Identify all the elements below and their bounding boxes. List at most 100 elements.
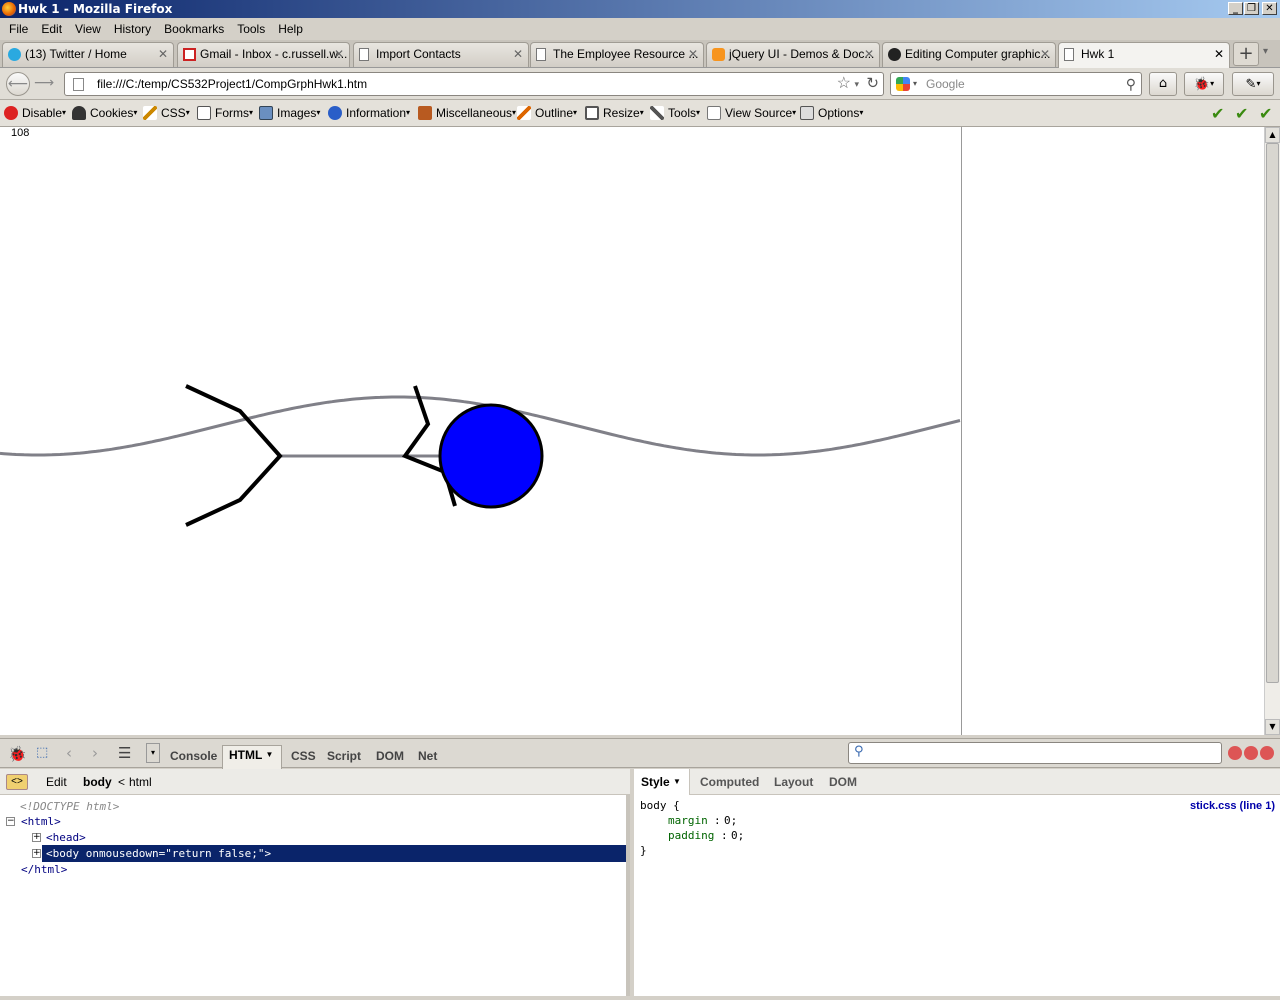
tab-jquery-ui[interactable]: jQuery UI - Demos & Doc... ✕ <box>706 42 880 67</box>
tools-menu[interactable]: Tools▾ <box>650 106 700 120</box>
css-prop-margin-name[interactable]: margin <box>668 814 708 827</box>
menu-tools[interactable]: Tools <box>230 22 271 36</box>
firebug-tab-html[interactable]: HTML ▼ <box>222 745 282 769</box>
firebug-tab-console[interactable]: Console <box>164 747 223 765</box>
bookmark-star-icon[interactable]: ☆ <box>837 73 851 95</box>
options-menu[interactable]: Options▾ <box>800 106 863 120</box>
list-icon[interactable]: ☰ <box>118 744 131 762</box>
vertical-scrollbar[interactable]: ▲ ▼ <box>1264 127 1280 735</box>
menu-history[interactable]: History <box>107 22 157 36</box>
css-source-link[interactable]: stick.css (line 1) <box>1190 800 1275 812</box>
scroll-thumb[interactable] <box>1266 143 1279 683</box>
firebug-tab-script[interactable]: Script <box>321 747 367 765</box>
css-menu[interactable]: CSS▾ <box>143 106 190 120</box>
close-tab-icon[interactable]: ✕ <box>864 43 874 66</box>
page-icon <box>1064 48 1074 61</box>
css-prop-margin-value[interactable]: 0; <box>724 814 737 827</box>
page-canvas[interactable]: 108 <box>0 127 962 735</box>
css-prop-margin-sep: : <box>714 814 721 827</box>
close-tab-icon[interactable]: ✕ <box>1214 43 1224 66</box>
css-prop-padding-value[interactable]: 0; <box>731 829 744 842</box>
firebug-tab-net[interactable]: Net <box>412 747 443 765</box>
breadcrumb-body[interactable]: body <box>83 769 112 795</box>
cookies-menu[interactable]: Cookies▾ <box>72 106 137 120</box>
forward-button[interactable]: ⟶ <box>32 72 56 96</box>
view-source-menu[interactable]: View Source▾ <box>707 106 796 120</box>
disable-label: Disable <box>22 106 63 120</box>
tab-list-icon[interactable]: ▾ <box>1263 46 1268 57</box>
miscellaneous-menu[interactable]: Miscellaneous▾ <box>418 106 516 120</box>
information-menu[interactable]: Information▾ <box>328 106 410 120</box>
close-window-button[interactable]: ✕ <box>1262 2 1277 15</box>
tab-twitter[interactable]: (13) Twitter / Home ✕ <box>2 42 174 67</box>
search-icon[interactable]: ⚲ <box>1126 73 1136 95</box>
reload-icon[interactable]: ↻ <box>866 73 879 95</box>
style-tab-layout[interactable]: Layout <box>774 769 813 795</box>
html-open-node[interactable]: <html> <box>21 815 61 828</box>
close-tab-icon[interactable]: ✕ <box>513 43 523 66</box>
images-menu[interactable]: Images▾ <box>259 106 320 120</box>
minimize-firebug-icon[interactable] <box>1228 746 1242 760</box>
tab-hwk1[interactable]: Hwk 1 ✕ <box>1058 42 1230 68</box>
menu-edit[interactable]: Edit <box>34 22 68 36</box>
gmail-icon <box>183 48 196 61</box>
close-tab-icon[interactable]: ✕ <box>688 43 698 66</box>
tab-employee-resource[interactable]: The Employee Resource ... ✕ <box>530 42 704 67</box>
firebug-tab-dom[interactable]: DOM <box>370 747 410 765</box>
disable-menu[interactable]: Disable▾ <box>4 106 66 120</box>
collapse-html-icon[interactable]: − <box>6 817 15 826</box>
firebug-toolbar-button[interactable]: 🐞▾ <box>1184 72 1224 96</box>
graphics-drawing <box>0 384 961 527</box>
close-tab-icon[interactable]: ✕ <box>334 43 344 66</box>
breadcrumb-html[interactable]: html <box>129 769 152 795</box>
firebug-search-input[interactable]: ⚲ <box>848 742 1222 764</box>
firebug-tab-css[interactable]: CSS <box>285 747 322 765</box>
search-engine-dropdown-icon[interactable]: ▾ <box>913 73 917 95</box>
tab-label: Hwk 1 <box>1081 47 1115 61</box>
search-bar[interactable]: ▾ Google ⚲ <box>890 72 1142 96</box>
expand-body-icon[interactable]: + <box>32 849 41 858</box>
forms-menu[interactable]: Forms▾ <box>197 106 253 120</box>
tab-gmail[interactable]: Gmail - Inbox - c.russell.w... ✕ <box>177 42 350 67</box>
scroll-down-icon[interactable]: ▼ <box>1265 719 1280 735</box>
head-node[interactable]: <head> <box>46 831 86 844</box>
menu-file[interactable]: File <box>2 22 34 36</box>
firebug-icon[interactable]: 🐞 <box>8 745 27 763</box>
style-tab-computed[interactable]: Computed <box>700 769 759 795</box>
nav-back-icon[interactable]: ‹ <box>66 744 72 762</box>
selected-body-row[interactable]: <body onmousedown="return false;"> <box>42 845 626 862</box>
inspect-icon[interactable]: ⬚ <box>36 745 48 760</box>
maximize-button[interactable]: ❐ <box>1244 2 1259 15</box>
tab-label: jQuery UI - Demos & Doc... <box>729 47 875 61</box>
close-tab-icon[interactable]: ✕ <box>158 43 168 66</box>
style-tab-style[interactable]: Style ▼ <box>634 769 690 795</box>
menu-view[interactable]: View <box>68 22 107 36</box>
edit-mode-icon[interactable]: <> <box>6 774 28 790</box>
url-bar[interactable]: file:///C:/temp/CS532Project1/CompGrphHw… <box>64 72 884 96</box>
expand-head-icon[interactable]: + <box>32 833 41 842</box>
close-firebug-icon[interactable] <box>1260 746 1274 760</box>
tools-toolbar-button[interactable]: ✎▾ <box>1232 72 1274 96</box>
js-valid-check-icon[interactable]: ✔ <box>1259 104 1272 123</box>
back-button[interactable]: ⟵ <box>6 72 30 96</box>
outline-menu[interactable]: Outline▾ <box>517 106 577 120</box>
detach-firebug-icon[interactable] <box>1244 746 1258 760</box>
edit-button[interactable]: Edit <box>46 769 67 795</box>
menu-help[interactable]: Help <box>271 22 309 36</box>
menu-dropdown-icon[interactable]: ▾ <box>146 743 160 763</box>
nav-forward-icon[interactable]: › <box>92 744 98 762</box>
tab-import-contacts[interactable]: Import Contacts ✕ <box>353 42 529 67</box>
css-prop-padding-name[interactable]: padding <box>668 829 714 842</box>
resize-menu[interactable]: Resize▾ <box>585 106 644 120</box>
menu-bookmarks[interactable]: Bookmarks <box>157 22 230 36</box>
tab-editing-computer-graphics[interactable]: Editing Computer graphic... ✕ <box>882 42 1056 67</box>
new-tab-button[interactable]: + <box>1233 42 1259 66</box>
home-button[interactable]: ⌂ <box>1149 72 1177 96</box>
css-valid-check-icon[interactable]: ✔ <box>1211 104 1224 123</box>
close-tab-icon[interactable]: ✕ <box>1040 43 1050 66</box>
html-valid-check-icon[interactable]: ✔ <box>1235 104 1248 123</box>
url-dropdown-icon[interactable]: ▾ <box>854 73 859 95</box>
minimize-button[interactable]: _ <box>1228 2 1243 15</box>
style-tab-dom[interactable]: DOM <box>829 769 857 795</box>
scroll-up-icon[interactable]: ▲ <box>1265 127 1280 143</box>
